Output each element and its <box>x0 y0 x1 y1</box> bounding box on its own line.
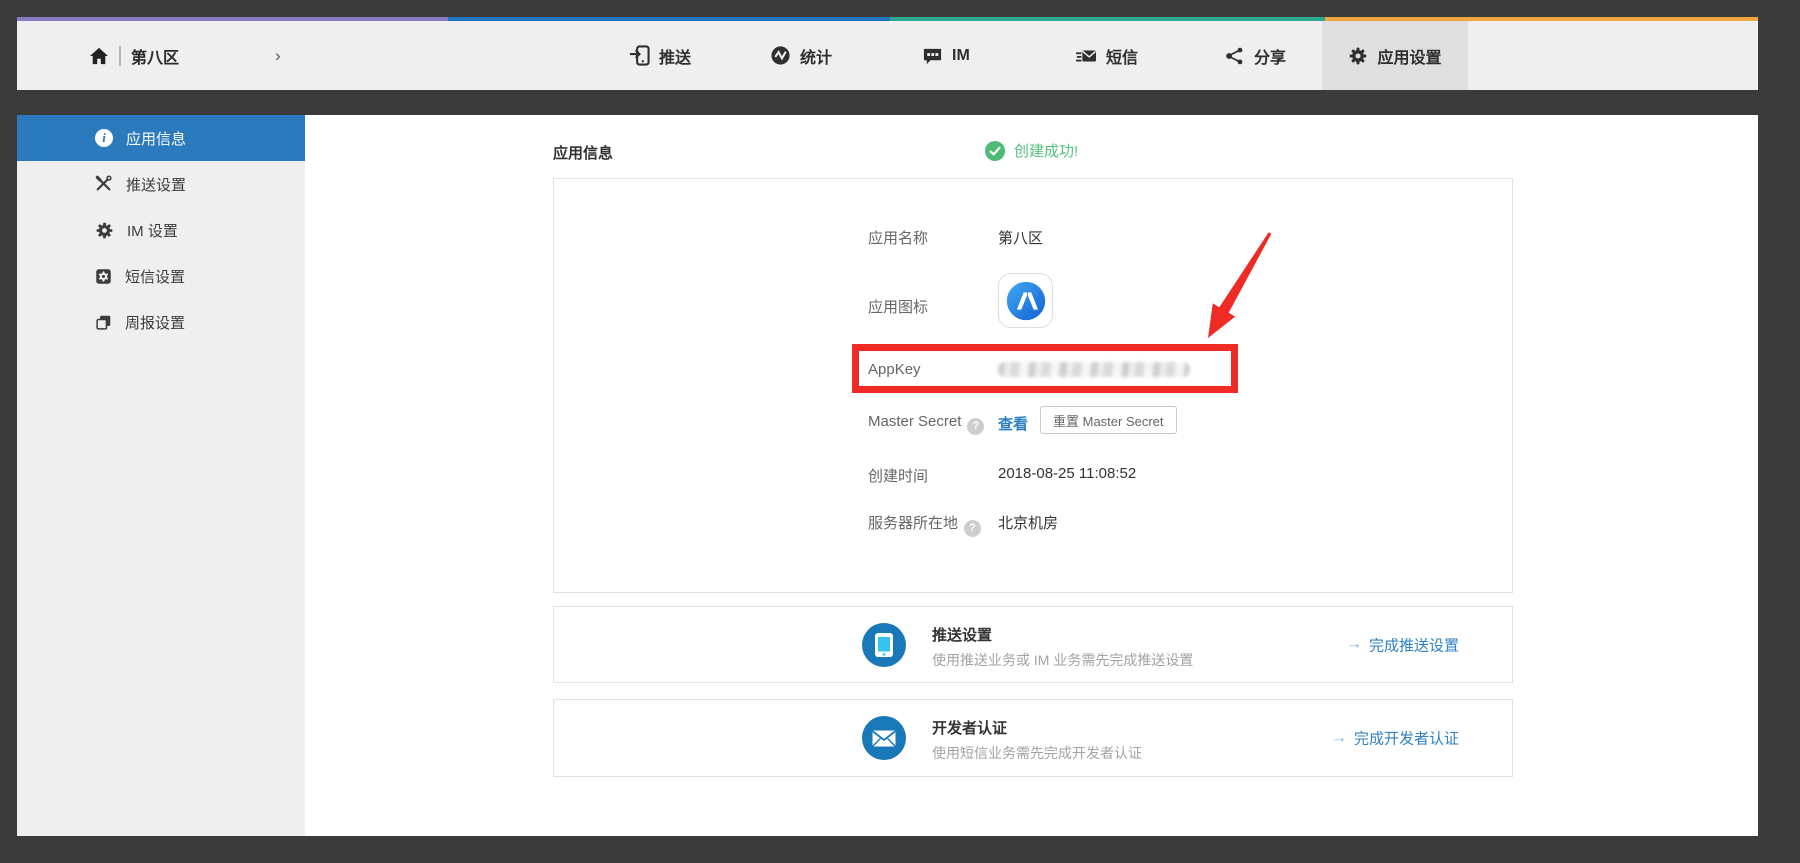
nav-item-stats[interactable]: 统计 <box>770 21 832 90</box>
appkey-label: AppKey <box>868 361 921 378</box>
sidebar-item-label: 短信设置 <box>125 266 185 287</box>
sidebar-item-app-info[interactable]: i 应用信息 <box>17 115 305 161</box>
help-icon[interactable]: ? <box>967 418 984 435</box>
arrow-right-icon: → <box>1346 636 1362 654</box>
sidebar-item-weekly-report-settings[interactable]: 周报设置 <box>17 299 305 345</box>
top-navbar: 第八区 › 推送 统计 <box>17 17 1758 90</box>
nav-item-push[interactable]: 推送 <box>629 21 691 90</box>
created-at-value: 2018-08-25 11:08:52 <box>998 465 1136 482</box>
report-icon <box>95 314 112 331</box>
breadcrumb-chevron[interactable]: › <box>275 21 281 90</box>
reset-master-secret-button[interactable]: 重置 Master Secret <box>1040 406 1177 434</box>
view-master-secret-link[interactable]: 查看 <box>998 413 1028 434</box>
breadcrumb-divider <box>119 46 121 66</box>
card-title: 推送设置 <box>932 624 992 645</box>
card-link-label: 完成开发者认证 <box>1354 728 1459 749</box>
nav-item-app-settings[interactable]: 应用设置 <box>1322 21 1468 90</box>
master-secret-label: Master Secret? <box>868 413 984 435</box>
nav-item-im[interactable]: IM <box>922 21 970 90</box>
nav-item-sms[interactable]: 短信 <box>1075 21 1138 90</box>
stats-icon <box>770 45 791 66</box>
card-title: 开发者认证 <box>932 717 1007 738</box>
nav-item-label: 短信 <box>1106 44 1138 68</box>
check-icon <box>985 141 1005 161</box>
app-icon-label: 应用图标 <box>868 296 928 317</box>
nav-item-label: 统计 <box>800 44 832 68</box>
nav-item-label: 推送 <box>659 44 691 68</box>
breadcrumb-app-name[interactable]: 第八区 <box>131 44 179 68</box>
sidebar-item-label: 推送设置 <box>126 174 186 195</box>
card-link-label: 完成推送设置 <box>1369 634 1459 655</box>
nav-item-label: 分享 <box>1254 44 1286 68</box>
push-settings-card: 推送设置 使用推送业务或 IM 业务需先完成推送设置 → 完成推送设置 <box>553 606 1513 683</box>
settings-sidebar: i 应用信息 推送设置 <box>17 115 305 836</box>
server-location-value: 北京机房 <box>998 512 1058 533</box>
sms-gear-icon <box>95 268 112 285</box>
nav-item-label: 应用设置 <box>1377 44 1441 68</box>
phone-icon <box>862 623 906 667</box>
mail-icon <box>862 716 906 760</box>
developer-certification-card: 开发者认证 使用短信业务需先完成开发者认证 → 完成开发者认证 <box>553 699 1513 777</box>
created-at-label: 创建时间 <box>868 465 928 486</box>
sidebar-item-label: 周报设置 <box>125 312 185 333</box>
share-icon <box>1225 46 1245 66</box>
push-icon <box>629 45 650 66</box>
section-title: 应用信息 <box>553 142 613 163</box>
complete-push-settings-link[interactable]: → 完成推送设置 <box>1346 634 1459 655</box>
breadcrumb: 第八区 <box>89 21 179 90</box>
sidebar-item-label: IM 设置 <box>127 220 178 241</box>
sms-icon <box>1075 46 1097 66</box>
app-name-label: 应用名称 <box>868 227 928 248</box>
card-description: 使用短信业务需先完成开发者认证 <box>932 743 1142 763</box>
home-icon[interactable] <box>89 47 109 65</box>
app-name-value: 第八区 <box>998 227 1043 248</box>
success-message: 创建成功! <box>1014 140 1078 161</box>
tools-icon <box>95 175 113 193</box>
server-location-label: 服务器所在地? <box>868 512 981 537</box>
im-icon <box>922 45 943 66</box>
gear-icon <box>1348 46 1368 66</box>
info-icon: i <box>95 129 113 147</box>
complete-developer-certification-link[interactable]: → 完成开发者认证 <box>1331 728 1459 749</box>
sidebar-item-im-settings[interactable]: IM 设置 <box>17 207 305 253</box>
creation-success-banner: 创建成功! <box>985 140 1078 161</box>
app-info-panel: 应用名称 第八区 应用图标 AppKey <box>553 178 1513 593</box>
help-icon[interactable]: ? <box>964 520 981 537</box>
main-content: 应用信息 创建成功! 应用名称 第八区 应用图标 <box>305 115 1758 836</box>
nav-item-label: IM <box>952 47 970 65</box>
nav-accent-purple <box>17 17 448 21</box>
sidebar-item-sms-settings[interactable]: 短信设置 <box>17 253 305 299</box>
card-description: 使用推送业务或 IM 业务需先完成推送设置 <box>932 650 1193 670</box>
appkey-value-redacted <box>998 362 1190 377</box>
sidebar-item-label: 应用信息 <box>126 128 186 149</box>
app-logo <box>998 273 1053 328</box>
gear-icon <box>95 221 114 240</box>
arrow-right-icon: → <box>1331 729 1347 747</box>
sidebar-item-push-settings[interactable]: 推送设置 <box>17 161 305 207</box>
app-settings-page: 第八区 › 推送 统计 <box>0 0 1800 863</box>
nav-item-share[interactable]: 分享 <box>1225 21 1286 90</box>
